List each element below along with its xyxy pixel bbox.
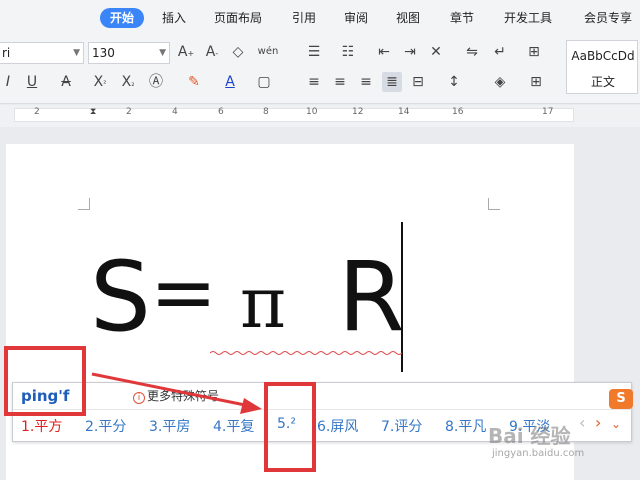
italic-icon[interactable]: I [0,72,18,92]
text-effect-icon[interactable]: Ⓐ [146,72,166,92]
increase-indent-icon[interactable]: ⇥ [400,42,420,62]
chevron-down-icon: ▼ [159,48,166,58]
ruler-indent-marker[interactable]: ⧗ [90,107,96,117]
formula-r: R [338,241,405,353]
ime-hint-text: 更多特殊符号 [147,389,220,403]
prev-page-icon[interactable]: ‹ [579,413,585,432]
shrink-font-icon[interactable]: A- [202,42,222,62]
ime-divider [13,409,631,410]
ruler-number: 2 [126,107,132,117]
ruler-number: 6 [218,107,224,117]
ruler-number: 17 [542,107,554,117]
margin-corner [78,198,90,210]
bullet-list-icon[interactable]: ☰ [304,42,324,62]
eraser-icon[interactable]: ◇ [228,42,248,62]
tab-chapter[interactable]: 章节 [450,8,474,28]
tab-page-layout[interactable]: 页面布局 [214,8,262,28]
candidate-3[interactable]: 3.平房 [149,416,190,436]
candidate-8[interactable]: 8.平凡 [445,416,486,436]
style-sample: AaBbCcDd [571,49,635,63]
tab-review[interactable]: 审阅 [344,8,368,28]
chevron-down-icon: ▼ [73,48,80,58]
ruler-number: 10 [306,107,318,117]
subscript-icon[interactable]: X₂ [118,72,138,92]
formula-equals: = [150,246,218,339]
ruler-number: 4 [172,107,178,117]
tab-references[interactable]: 引用 [292,8,316,28]
shading-icon[interactable]: ◈ [490,72,510,92]
ruler-number: 16 [452,107,464,117]
annotation-box-candidate [264,382,316,472]
align-center-icon[interactable]: ≡ [330,72,350,92]
ime-more-symbols[interactable]: i 更多特殊符号 [133,387,219,404]
tab-member[interactable]: 会员专享 [584,8,632,28]
candidate-4[interactable]: 4.平复 [213,416,254,436]
info-icon: i [133,392,145,404]
next-page-icon[interactable]: › [595,413,601,432]
sogou-logo-icon[interactable]: S [609,389,633,409]
strikethrough-icon[interactable]: A [56,72,76,92]
formula-pi: π [240,262,287,344]
style-name: 正文 [590,75,615,89]
line-spacing-icon[interactable]: ↕ [444,72,464,92]
underline-icon[interactable]: U [22,72,42,92]
highlight-icon[interactable]: ✎ [184,72,204,92]
tab-developer[interactable]: 开发工具 [504,8,552,28]
distribute-icon[interactable]: ⊟ [408,72,428,92]
watermark-url: jingyan.baidu.com [492,448,585,459]
ribbon: ri ▼ 130 ▼ A+ A- ◇ wén ☰ ☷ ⇤ ⇥ ✕ ⇋ ↵ ⊞ I U… [0,36,640,104]
decrease-indent-icon[interactable]: ⇤ [374,42,394,62]
font-name-select[interactable]: ri ▼ [0,42,84,64]
watermark-logo: Bai 经验 [488,424,571,448]
align-right-icon[interactable]: ≡ [356,72,376,92]
style-normal[interactable]: AaBbCcDd 正文 [566,40,638,94]
formula-s: S [90,241,151,353]
superscript-icon[interactable]: X² [90,72,110,92]
tab-start[interactable]: 开始 [100,8,145,28]
ruler-icon[interactable]: ⊞ [524,42,544,62]
grow-font-icon[interactable]: A+ [176,42,196,62]
ruler: 2 ⧗ 2 4 6 8 10 12 14 16 17 [0,105,640,127]
char-border-icon[interactable]: ▢ [254,72,274,92]
candidate-2[interactable]: 2.平分 [85,416,126,436]
candidate-6[interactable]: 6.屏风 [317,416,358,436]
ruler-number: 12 [352,107,364,117]
ruler-number: 2 [34,107,40,117]
borders-icon[interactable]: ⊞ [526,72,546,92]
expand-icon[interactable]: ⌄ [611,417,621,431]
candidate-7[interactable]: 7.评分 [381,416,422,436]
ruler-number: 14 [398,107,410,117]
font-name-value: ri [2,46,11,60]
align-left-icon[interactable]: ≡ [304,72,324,92]
ruler-number: 8 [263,107,269,117]
line-break-icon[interactable]: ↵ [490,42,510,62]
font-size-select[interactable]: 130 ▼ [88,42,170,64]
candidate-1[interactable]: 1.平方 [21,416,62,436]
menu-bar: 开始 插入 页面布局 引用 审阅 视图 章节 开发工具 会员专享 [0,0,640,36]
spellcheck-underline [210,351,402,355]
annotation-box-input [4,346,86,416]
justify-icon[interactable]: ≣ [382,72,402,92]
numbered-list-icon[interactable]: ☷ [338,42,358,62]
chinese-layout-icon[interactable]: ✕ [426,42,446,62]
tab-insert[interactable]: 插入 [162,8,186,28]
font-color-icon[interactable]: A [220,72,240,92]
tab-view[interactable]: 视图 [396,8,420,28]
margin-corner [488,198,500,210]
font-size-value: 130 [92,46,115,60]
phonetic-guide-icon[interactable]: wén [256,42,280,62]
ruler-track[interactable] [14,108,574,122]
line-direction-icon[interactable]: ⇋ [462,42,482,62]
